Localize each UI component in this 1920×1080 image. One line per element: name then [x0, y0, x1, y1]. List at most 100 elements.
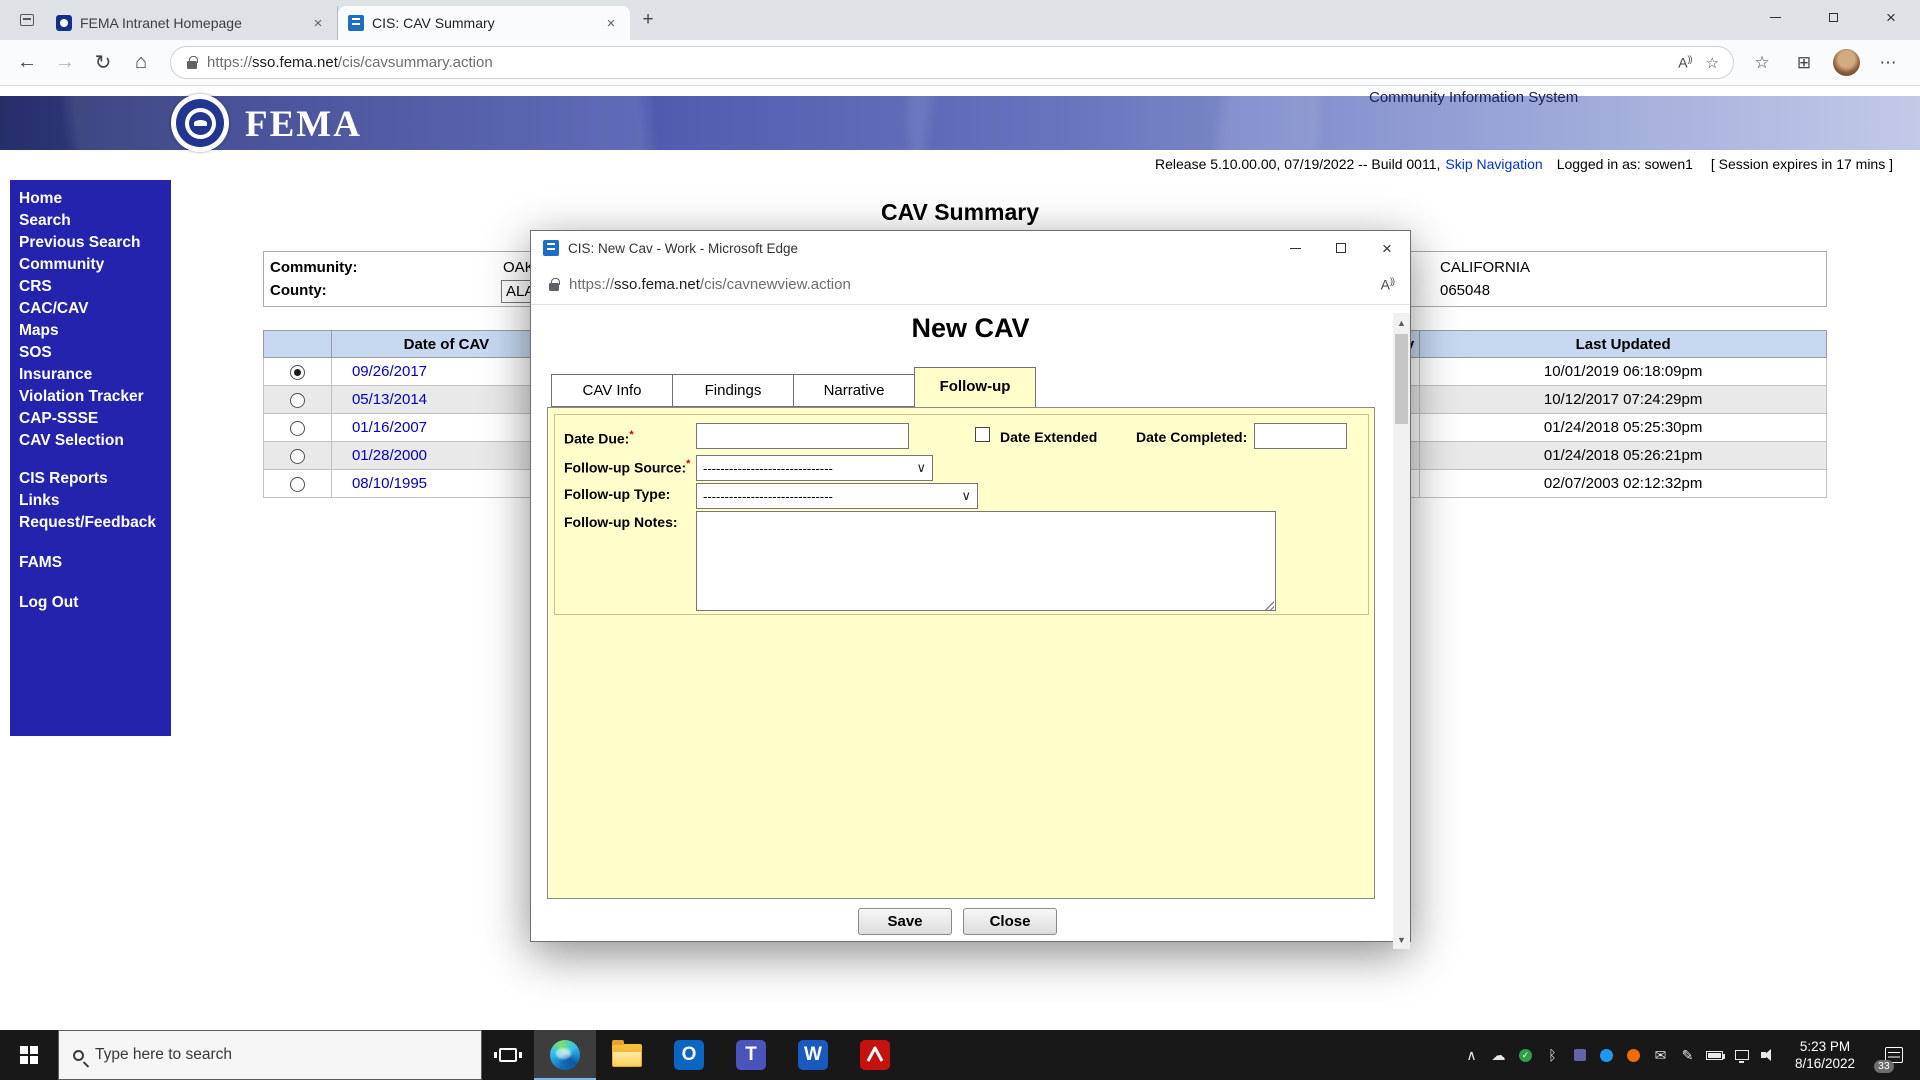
minimize-button[interactable]: [1746, 0, 1804, 34]
sidebar-item-request-feedback[interactable]: Request/Feedback: [19, 512, 167, 534]
volume-icon[interactable]: [1755, 1030, 1782, 1080]
tab-findings[interactable]: Findings: [672, 374, 794, 407]
follow-up-type-select[interactable]: ------------------------------ ∨: [696, 483, 978, 509]
row-radio[interactable]: [289, 476, 305, 492]
taskbar-app-teams[interactable]: T: [720, 1030, 782, 1080]
action-center-button[interactable]: 33: [1868, 1030, 1920, 1080]
dialog-minimize-button[interactable]: [1272, 231, 1318, 265]
sidebar-item-crs[interactable]: CRS: [19, 276, 167, 298]
url-path: /cis/cavsummary.action: [337, 54, 493, 71]
tab-fema-intranet[interactable]: FEMA Intranet Homepage ×: [46, 6, 338, 40]
cav-date-link[interactable]: 09/26/2017: [352, 363, 427, 380]
scroll-down-icon[interactable]: ▼: [1393, 930, 1410, 949]
sidebar-item-fams[interactable]: FAMS: [19, 552, 167, 574]
sidebar-item-cis-reports[interactable]: CIS Reports: [19, 468, 167, 490]
taskbar-app-edge[interactable]: [534, 1030, 596, 1080]
address-bar[interactable]: https://sso.fema.net/cis/cavsummary.acti…: [170, 46, 1734, 79]
date-due-input[interactable]: [696, 423, 909, 449]
teams-tray-icon[interactable]: [1566, 1030, 1593, 1080]
page-title: CAV Summary: [880, 199, 1040, 225]
blue-app-tray-icon[interactable]: [1593, 1030, 1620, 1080]
tab-cav-info[interactable]: CAV Info: [551, 374, 673, 407]
teams-icon: T: [736, 1040, 766, 1070]
restore-button[interactable]: [1804, 0, 1862, 34]
dialog-address-bar[interactable]: https://sso.fema.net/cis/cavnewview.acti…: [531, 265, 1410, 305]
back-button[interactable]: ←: [8, 45, 46, 81]
date-extended-checkbox[interactable]: [975, 427, 990, 442]
close-tab-icon[interactable]: ×: [309, 14, 327, 32]
security-status-icon[interactable]: ✓: [1512, 1030, 1539, 1080]
orange-app-tray-icon[interactable]: [1620, 1030, 1647, 1080]
cav-date-link[interactable]: 08/10/1995: [352, 475, 427, 492]
tab-cav-summary[interactable]: CIS: CAV Summary ×: [338, 6, 630, 40]
home-button[interactable]: ⌂: [122, 45, 160, 81]
sidebar-item-community[interactable]: Community: [19, 254, 167, 276]
acrobat-icon: [860, 1040, 890, 1070]
browser-toolbar: ← → ↻ ⌂ https://sso.fema.net/cis/cavsumm…: [0, 40, 1920, 86]
scroll-up-icon[interactable]: ▲: [1393, 313, 1410, 332]
scrollbar-thumb[interactable]: [1395, 334, 1408, 424]
dialog-title-bar[interactable]: CIS: New Cav - Work - Microsoft Edge ×: [531, 231, 1410, 265]
close-button[interactable]: Close: [963, 908, 1057, 935]
cav-date-link[interactable]: 01/28/2000: [352, 447, 427, 464]
taskbar-search[interactable]: [58, 1030, 482, 1080]
sidebar-item-cav-selection[interactable]: CAV Selection: [19, 430, 167, 452]
row-radio[interactable]: [289, 448, 305, 464]
taskbar-app-outlook[interactable]: O: [658, 1030, 720, 1080]
read-aloud-icon[interactable]: A)): [1678, 54, 1692, 71]
forward-button[interactable]: →: [46, 45, 84, 81]
tab-narrative[interactable]: Narrative: [793, 374, 915, 407]
restore-icon: [1828, 9, 1843, 22]
new-tab-button[interactable]: +: [634, 6, 662, 34]
search-input[interactable]: [95, 1046, 435, 1064]
close-window-button[interactable]: ×: [1862, 0, 1920, 34]
sidebar-item-sos[interactable]: SOS: [19, 342, 167, 364]
dialog-maximize-button[interactable]: [1318, 231, 1364, 265]
add-favorite-icon[interactable]: ☆: [1706, 54, 1719, 72]
read-aloud-icon[interactable]: A)): [1381, 276, 1395, 293]
display-network-icon[interactable]: [1728, 1030, 1755, 1080]
sidebar-item-previous-search[interactable]: Previous Search: [19, 232, 167, 254]
onedrive-icon[interactable]: ☁: [1485, 1030, 1512, 1080]
start-button[interactable]: [0, 1030, 58, 1080]
bluetooth-icon[interactable]: ᛒ: [1539, 1030, 1566, 1080]
task-view-button[interactable]: [482, 1030, 534, 1080]
taskbar-app-acrobat[interactable]: [844, 1030, 906, 1080]
collections-icon[interactable]: ⊞: [1786, 45, 1822, 81]
hidden-icons-chevron[interactable]: ∧: [1458, 1030, 1485, 1080]
url-host: sso.fema.net: [614, 276, 700, 293]
date-completed-input[interactable]: [1254, 423, 1347, 449]
row-radio[interactable]: [289, 420, 305, 436]
tab-actions-icon[interactable]: [12, 5, 42, 35]
sidebar-item-cac-cav[interactable]: CAC/CAV: [19, 298, 167, 320]
mail-tray-icon[interactable]: ✉: [1647, 1030, 1674, 1080]
sidebar-item-links[interactable]: Links: [19, 490, 167, 512]
more-options-icon[interactable]: ⋯: [1870, 45, 1906, 81]
follow-up-notes-textarea[interactable]: [696, 511, 1276, 611]
favorites-icon[interactable]: ☆: [1744, 45, 1780, 81]
battery-icon[interactable]: [1701, 1030, 1728, 1080]
sidebar-item-log-out[interactable]: Log Out: [19, 592, 167, 614]
taskbar-clock[interactable]: 5:23 PM 8/16/2022: [1782, 1038, 1868, 1072]
taskbar-app-file-explorer[interactable]: [596, 1030, 658, 1080]
close-tab-icon[interactable]: ×: [602, 14, 620, 32]
dialog-close-button[interactable]: ×: [1364, 231, 1410, 265]
date-of-cav-header: Date of CAV: [330, 330, 562, 358]
sidebar-item-maps[interactable]: Maps: [19, 320, 167, 342]
sidebar-item-violation-tracker[interactable]: Violation Tracker: [19, 386, 167, 408]
row-radio[interactable]: [289, 392, 305, 408]
follow-up-source-select[interactable]: ------------------------------ ∨: [696, 455, 933, 481]
cav-date-link[interactable]: 01/16/2007: [352, 419, 427, 436]
sidebar-item-cap-ssse[interactable]: CAP-SSSE: [19, 408, 167, 430]
cav-date-link[interactable]: 05/13/2014: [352, 391, 427, 408]
save-button[interactable]: Save: [858, 908, 952, 935]
dialog-scrollbar[interactable]: ▲ ▼: [1393, 313, 1410, 949]
pen-tray-icon[interactable]: ✎: [1674, 1030, 1701, 1080]
sidebar-item-insurance[interactable]: Insurance: [19, 364, 167, 386]
skip-navigation-link[interactable]: Skip Navigation: [1445, 156, 1542, 172]
taskbar-app-word[interactable]: W: [782, 1030, 844, 1080]
row-radio-selected[interactable]: [289, 364, 305, 380]
tab-follow-up[interactable]: Follow-up: [914, 367, 1036, 407]
profile-avatar[interactable]: [1828, 45, 1864, 81]
refresh-button[interactable]: ↻: [84, 45, 122, 81]
